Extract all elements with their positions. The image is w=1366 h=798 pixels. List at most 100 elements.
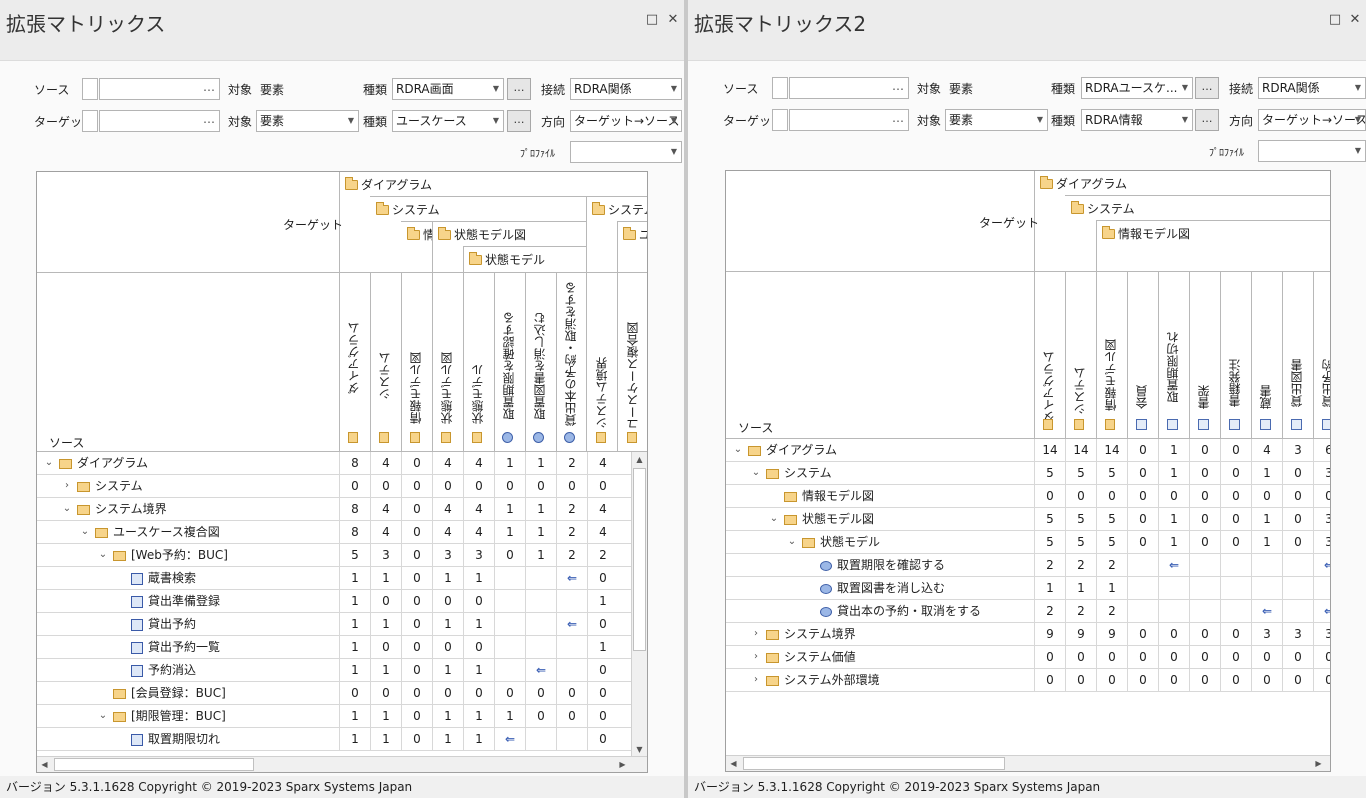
matrix-cell[interactable]: 0 xyxy=(1127,439,1158,461)
matrix-cell[interactable]: 2 xyxy=(1065,554,1096,576)
matrix-cell[interactable]: 1 xyxy=(339,728,370,750)
source-package-field[interactable]: … xyxy=(789,77,909,99)
matrix-cell[interactable] xyxy=(1220,554,1251,576)
matrix-cell[interactable] xyxy=(494,567,525,589)
table-row[interactable]: ⌄システム5550100103 xyxy=(726,462,1330,485)
table-row[interactable]: ⌄状態モデル5550100103 xyxy=(726,531,1330,554)
matrix-cell[interactable]: 0 xyxy=(494,682,525,704)
matrix-cell[interactable]: 14 xyxy=(1034,439,1065,461)
matrix-cell[interactable]: 0 xyxy=(1220,646,1251,668)
matrix-cell[interactable]: 0 xyxy=(339,475,370,497)
matrix-cell[interactable]: 0 xyxy=(1189,531,1220,553)
table-row[interactable]: 情報モデル図0000000000 xyxy=(726,485,1330,508)
matrix-cell[interactable]: 0 xyxy=(1189,623,1220,645)
matrix-cell[interactable]: 0 xyxy=(1189,439,1220,461)
table-row[interactable]: 貸出本の予約・取消をする222⇐⇐ xyxy=(726,600,1330,623)
table-row[interactable]: ⌄状態モデル図5550100103 xyxy=(726,508,1330,531)
scroll-thumb[interactable] xyxy=(633,468,646,651)
target-kind-more-button[interactable]: … xyxy=(507,110,531,132)
matrix-cell[interactable]: 0 xyxy=(1220,623,1251,645)
matrix-cell[interactable]: 1 xyxy=(1158,508,1189,530)
target-package-field[interactable]: … xyxy=(789,109,909,131)
expand-chevron-icon[interactable]: › xyxy=(750,623,762,645)
table-row[interactable]: ⌄ダイアグラム1414140100436 xyxy=(726,439,1330,462)
source-kind-more-button[interactable]: … xyxy=(507,78,531,100)
matrix-cell[interactable] xyxy=(1127,600,1158,622)
expand-chevron-icon[interactable]: › xyxy=(750,646,762,668)
matrix-cell[interactable]: 1 xyxy=(339,636,370,658)
matrix-cell[interactable]: 0 xyxy=(1220,531,1251,553)
matrix-cell[interactable]: 0 xyxy=(1251,669,1282,691)
matrix-cell[interactable]: 5 xyxy=(1065,508,1096,530)
matrix-cell[interactable]: 1 xyxy=(339,659,370,681)
matrix-cell[interactable]: 4 xyxy=(370,521,401,543)
matrix-cell[interactable]: 4 xyxy=(370,498,401,520)
matrix-cell[interactable]: 2 xyxy=(1034,600,1065,622)
table-row[interactable]: ›システム外部環境0000000000 xyxy=(726,669,1330,692)
direction-select[interactable]: ターゲット→ソース ▼ xyxy=(570,110,682,132)
source-type-box[interactable] xyxy=(82,78,98,100)
matrix-cell[interactable]: 0 xyxy=(1127,623,1158,645)
matrix-cell[interactable]: 1 xyxy=(339,567,370,589)
connect-select[interactable]: RDRA関係 ▼ xyxy=(1258,77,1366,99)
matrix-cell[interactable]: 0 xyxy=(463,682,494,704)
matrix-cell[interactable]: 0 xyxy=(1065,646,1096,668)
scroll-up-icon[interactable]: ▲ xyxy=(632,452,647,467)
table-row[interactable]: 取置期限切れ 1 1 0 1 1 ⇐ 0 xyxy=(37,728,632,751)
matrix-cell[interactable]: 0 xyxy=(1034,646,1065,668)
source-kind-select[interactable]: RDRA画面 ▼ xyxy=(392,78,504,100)
matrix-cell[interactable]: 1 xyxy=(1096,577,1127,599)
matrix-cell[interactable]: 0 xyxy=(370,475,401,497)
matrix-cell[interactable]: 0 xyxy=(401,613,432,635)
matrix-cell[interactable]: 8 xyxy=(339,521,370,543)
matrix-cell[interactable]: 1 xyxy=(370,659,401,681)
matrix-cell[interactable]: 1 xyxy=(432,567,463,589)
matrix-cell[interactable] xyxy=(556,590,587,612)
matrix-cell[interactable]: 1 xyxy=(1065,577,1096,599)
table-row[interactable]: ⌄ [Web予約：BUC] 5 3 0 3 3 0 1 2 2 xyxy=(37,544,632,567)
matrix-cell[interactable]: ⇐ xyxy=(1313,554,1330,576)
matrix-cell[interactable]: 0 xyxy=(1220,669,1251,691)
scroll-left-icon[interactable]: ◀ xyxy=(37,757,52,772)
matrix-cell[interactable]: 1 xyxy=(1158,531,1189,553)
matrix-cell[interactable] xyxy=(494,590,525,612)
matrix-cell[interactable]: 1 xyxy=(494,705,525,727)
matrix-cell[interactable]: 0 xyxy=(401,544,432,566)
matrix-cell[interactable] xyxy=(1189,600,1220,622)
matrix-cell[interactable]: 1 xyxy=(432,728,463,750)
matrix-cell[interactable]: 1 xyxy=(587,590,618,612)
matrix-cell[interactable]: 14 xyxy=(1096,439,1127,461)
matrix-cell[interactable]: 0 xyxy=(556,682,587,704)
matrix-cell[interactable]: 1 xyxy=(339,705,370,727)
matrix-cell[interactable]: 0 xyxy=(370,682,401,704)
target-kind-select[interactable]: ユースケース ▼ xyxy=(392,110,504,132)
table-row[interactable]: 取置期限を確認する222⇐⇐ xyxy=(726,554,1330,577)
matrix-cell[interactable]: 1 xyxy=(1251,462,1282,484)
scroll-thumb[interactable] xyxy=(54,758,254,771)
matrix-cell[interactable]: 0 xyxy=(401,728,432,750)
matrix-cell[interactable]: 2 xyxy=(556,452,587,474)
matrix-cell[interactable]: ⇐ xyxy=(1313,600,1330,622)
matrix-cell[interactable]: ⇐ xyxy=(525,659,556,681)
matrix-cell[interactable]: 0 xyxy=(1158,646,1189,668)
matrix-cell[interactable]: 5 xyxy=(339,544,370,566)
matrix-cell[interactable]: 0 xyxy=(401,705,432,727)
matrix-cell[interactable]: 0 xyxy=(1220,439,1251,461)
matrix-cell[interactable]: 1 xyxy=(1251,531,1282,553)
matrix-cell[interactable]: 1 xyxy=(463,705,494,727)
matrix-cell[interactable]: 4 xyxy=(432,452,463,474)
matrix-cell[interactable]: 1 xyxy=(370,613,401,635)
matrix-cell[interactable] xyxy=(494,636,525,658)
table-row[interactable]: › システム 0 0 0 0 0 0 0 0 0 xyxy=(37,475,632,498)
close-icon[interactable]: ✕ xyxy=(666,12,680,27)
matrix-cell[interactable]: 0 xyxy=(494,544,525,566)
matrix-cell[interactable] xyxy=(525,567,556,589)
matrix-cell[interactable]: 0 xyxy=(1127,669,1158,691)
matrix-cell[interactable]: 3 xyxy=(1313,531,1330,553)
matrix-cell[interactable] xyxy=(1220,600,1251,622)
table-row[interactable]: [会員登録：BUC] 0 0 0 0 0 0 0 0 0 xyxy=(37,682,632,705)
matrix-cell[interactable]: 0 xyxy=(1282,531,1313,553)
target-type-box[interactable] xyxy=(82,110,98,132)
matrix-cell[interactable]: 5 xyxy=(1096,531,1127,553)
matrix-cell[interactable]: 0 xyxy=(1189,669,1220,691)
